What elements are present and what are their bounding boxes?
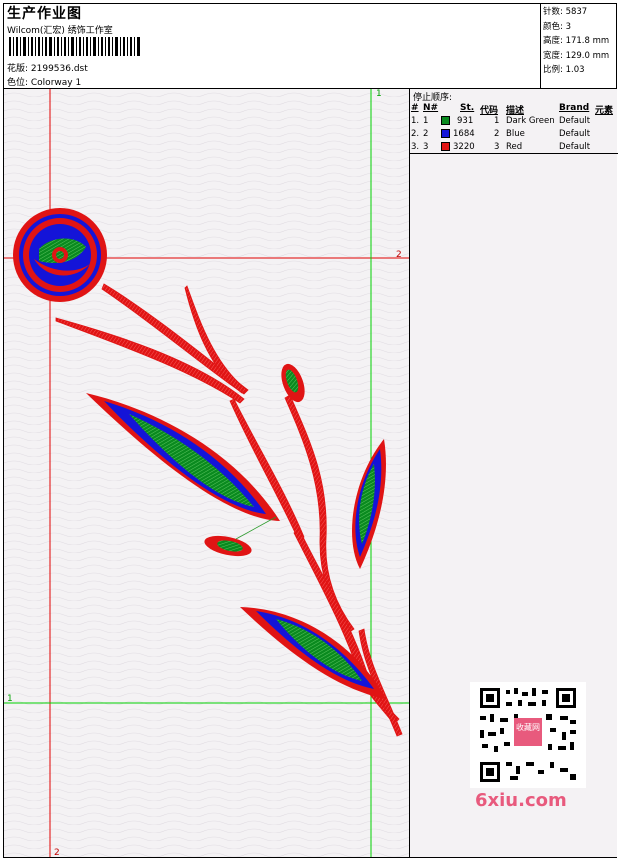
design-canvas: 1 2 1 2 <box>4 89 409 857</box>
embroidery-preview: 1 2 1 2 <box>4 89 409 857</box>
guide-label-h2: 2 <box>396 250 402 260</box>
stat-height: 高度: 171.8 mm <box>543 36 610 46</box>
sheet-title: 生产作业图 <box>7 6 82 22</box>
design-filename: 花版: 2199536.dst <box>7 64 88 74</box>
col-hash: # <box>411 103 419 113</box>
col-st: St. <box>460 103 475 113</box>
colorway-label: 色位: Colorway 1 <box>7 78 82 88</box>
watermark-site: 6xiu.com <box>475 790 567 811</box>
guide-label-v2: 2 <box>54 848 60 857</box>
col-n: N# <box>423 103 439 113</box>
guide-label-v1: 1 <box>376 89 382 99</box>
color-swatch-green <box>441 116 450 125</box>
stat-stitches: 针数: 5837 <box>543 7 588 17</box>
col-brand: Brand <box>559 103 590 113</box>
stat-colors: 颜色: 3 <box>543 21 571 32</box>
stat-width: 宽度: 129.0 mm <box>543 50 610 61</box>
barcode <box>9 37 140 56</box>
stat-scale: 比例: 1.03 <box>543 65 585 75</box>
color-row: 1. 1 931 1 Dark Green Default <box>411 116 591 126</box>
guide-label-h1: 1 <box>7 694 13 704</box>
color-swatch-red <box>441 142 450 151</box>
flower-head <box>13 208 107 302</box>
qr-badge-text: 收藏网 <box>516 722 540 732</box>
stop-sequence-title: 停止顺序: <box>413 93 453 103</box>
company-name: Wilcom(汇宏) 绣饰工作室 <box>7 26 113 36</box>
color-swatch-blue <box>441 129 450 138</box>
panel-divider <box>410 153 618 154</box>
qr-code: 收藏网 <box>470 682 586 788</box>
color-row: 2. 2 1684 2 Blue Default <box>411 129 591 139</box>
design-stats: 针数: 5837 颜色: 3 高度: 171.8 mm 宽度: 129.0 mm… <box>540 3 617 88</box>
